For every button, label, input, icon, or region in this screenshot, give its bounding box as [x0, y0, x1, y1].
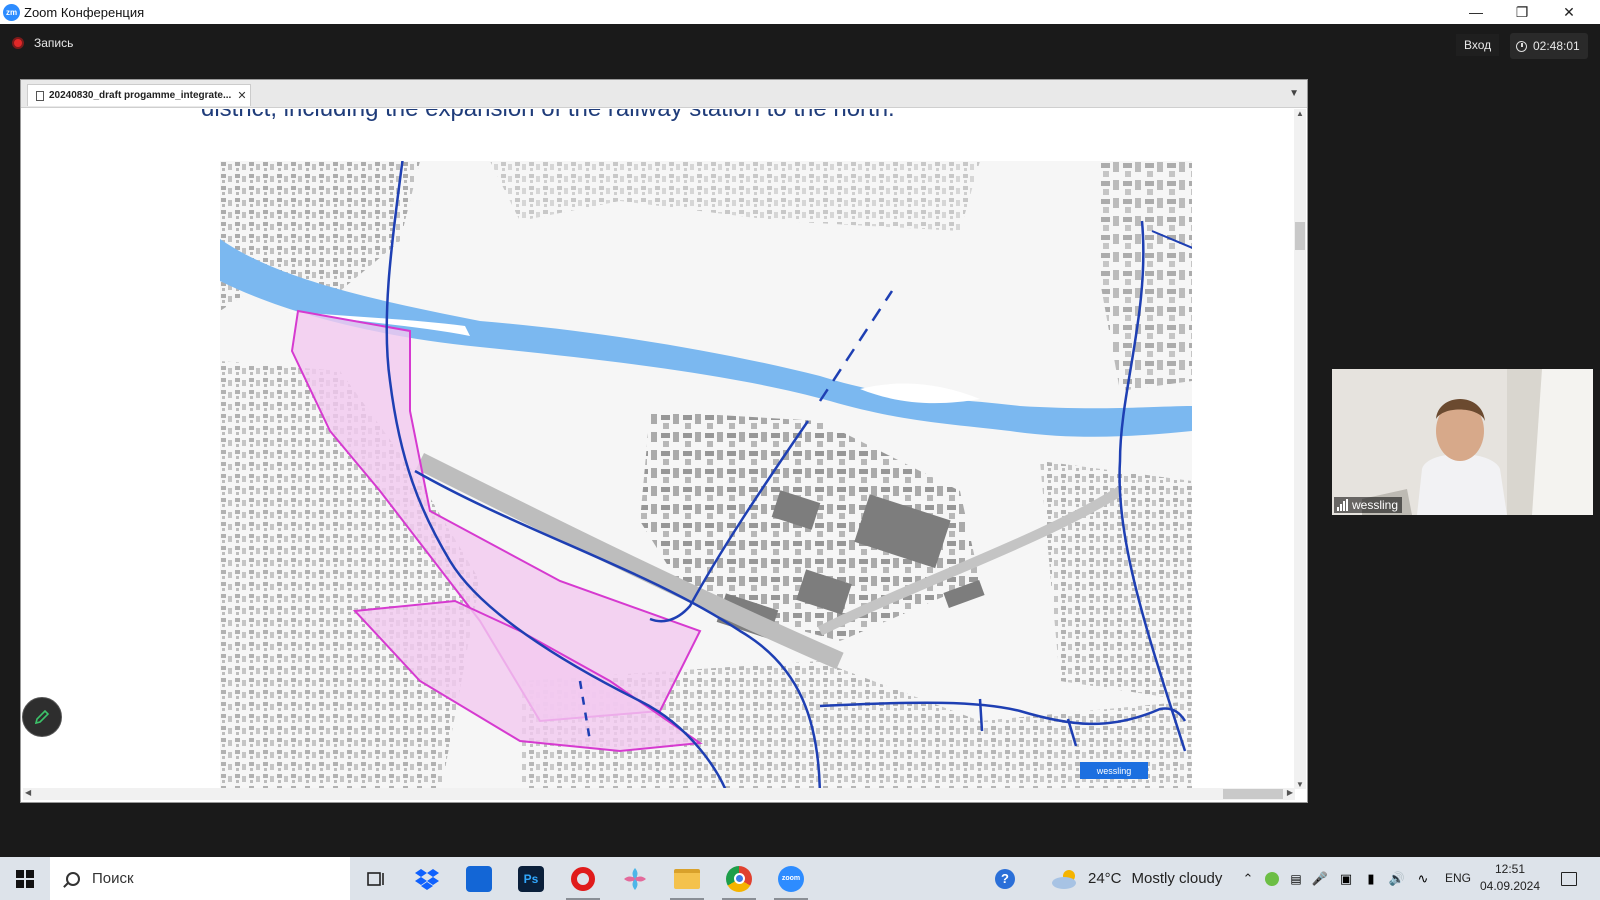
- start-button[interactable]: [0, 857, 50, 900]
- recording-indicator[interactable]: Запись: [12, 36, 73, 50]
- store-icon: [466, 865, 492, 892]
- pinwheel-app-button[interactable]: [612, 857, 658, 900]
- slide-content: district, including the expansion of the…: [23, 109, 1295, 789]
- cloud-icon: [1052, 869, 1076, 889]
- restore-button[interactable]: ❐: [1499, 0, 1545, 24]
- task-view-icon: [367, 871, 384, 886]
- timer-value: 02:48:01: [1533, 39, 1580, 53]
- windows-taskbar: Поиск Ps zoom ? 24°C Mostly cloudy ⌃ ▤ 🎤…: [0, 857, 1600, 900]
- help-icon: ?: [995, 868, 1015, 889]
- help-button[interactable]: ?: [990, 857, 1020, 900]
- participant-name-tag: wessling: [1334, 497, 1403, 513]
- meeting-timer: 02:48:01: [1510, 33, 1588, 59]
- folder-icon: [674, 868, 700, 889]
- windows-logo-icon: [16, 869, 34, 888]
- language-indicator[interactable]: ENG: [1445, 857, 1471, 900]
- battery-icon[interactable]: ▮: [1360, 857, 1382, 900]
- volume-icon[interactable]: 🔊: [1386, 857, 1408, 900]
- zoom-app-button[interactable]: zoom: [768, 857, 814, 900]
- vertical-scrollbar[interactable]: ▲ ▼: [1294, 109, 1306, 789]
- horizontal-scrollbar[interactable]: ◀ ▶: [23, 788, 1295, 800]
- chrome-button[interactable]: [716, 857, 762, 900]
- slide-text: district, including the expansion of the…: [201, 109, 895, 123]
- participant-video[interactable]: wessling: [1332, 369, 1593, 515]
- device-icon[interactable]: ▤: [1286, 857, 1306, 900]
- annotate-button[interactable]: [22, 697, 62, 737]
- task-view-button[interactable]: [352, 857, 398, 900]
- weather-desc: Mostly cloudy: [1131, 870, 1223, 887]
- weather-widget[interactable]: 24°C Mostly cloudy: [1050, 857, 1222, 900]
- zoom-logo-icon: zm: [3, 3, 20, 21]
- display-icon[interactable]: ▣: [1336, 857, 1356, 900]
- weather-temp: 24°C: [1088, 870, 1122, 887]
- dropbox-button[interactable]: [404, 857, 450, 900]
- wifi-icon[interactable]: ∿: [1412, 857, 1434, 900]
- site-map: [220, 161, 1192, 789]
- scroll-down-arrow-icon[interactable]: ▼: [1294, 780, 1306, 789]
- recording-label: Запись: [34, 36, 74, 50]
- search-placeholder: Поиск: [92, 870, 134, 887]
- opera-icon: [571, 866, 595, 891]
- record-dot-icon: [12, 37, 24, 49]
- urban-area-northeast: [1100, 161, 1192, 391]
- photoshop-icon: Ps: [518, 865, 544, 892]
- notification-icon: [1561, 871, 1577, 886]
- notifications-button[interactable]: [1552, 857, 1586, 900]
- taskbar-search[interactable]: Поиск: [50, 857, 350, 900]
- window-title: Zoom Конференция: [24, 4, 145, 20]
- window-title-bar: zm Zoom Конференция — ❐ ✕: [0, 0, 1600, 24]
- pinwheel-icon: [624, 867, 646, 890]
- dropbox-icon: [415, 868, 439, 890]
- close-button[interactable]: ✕: [1546, 0, 1592, 24]
- tray-app-icon[interactable]: [1262, 857, 1282, 900]
- meeting-top-bar: Запись Вход 02:48:01: [0, 24, 1600, 64]
- horizontal-scroll-thumb[interactable]: [1223, 789, 1283, 799]
- vertical-scroll-thumb[interactable]: [1295, 222, 1305, 250]
- photoshop-button[interactable]: Ps: [508, 857, 554, 900]
- signal-bars-icon: [1337, 499, 1348, 511]
- show-hidden-icons-chevron-icon[interactable]: ⌃: [1238, 857, 1258, 900]
- clock-date: 04.09.2024: [1479, 879, 1541, 893]
- login-button[interactable]: Вход: [1456, 34, 1500, 56]
- participant-video-frame: [1332, 369, 1593, 515]
- opera-button[interactable]: [560, 857, 606, 900]
- close-tab-icon[interactable]: ✕: [234, 89, 250, 102]
- clock-time: 12:51: [1494, 862, 1526, 876]
- search-icon: [66, 871, 80, 886]
- scroll-up-arrow-icon[interactable]: ▲: [1294, 109, 1306, 118]
- file-explorer-button[interactable]: [664, 857, 710, 900]
- file-icon: [36, 90, 44, 101]
- participant-name: wessling: [1352, 498, 1399, 512]
- tab-menu-chevron-icon[interactable]: ▼: [1289, 88, 1299, 99]
- zoom-icon: zoom: [778, 865, 804, 892]
- annotator-name-label: wessling: [1080, 762, 1148, 779]
- system-clock[interactable]: 12:51 04.09.2024: [1478, 861, 1542, 895]
- clock-icon: [1516, 40, 1527, 52]
- minimize-button[interactable]: —: [1453, 0, 1499, 24]
- scroll-left-arrow-icon[interactable]: ◀: [25, 788, 31, 797]
- shared-screen: 20240830_draft progamme_integrate... ✕ ▼…: [20, 79, 1308, 803]
- document-tab-title: 20240830_draft progamme_integrate...: [49, 90, 232, 101]
- chrome-icon: [726, 865, 752, 892]
- scroll-right-arrow-icon[interactable]: ▶: [1287, 788, 1293, 797]
- document-tab-strip: 20240830_draft progamme_integrate... ✕ ▼: [21, 80, 1307, 108]
- pencil-icon: [34, 709, 50, 725]
- microphone-icon[interactable]: 🎤: [1310, 857, 1330, 900]
- store-button[interactable]: [456, 857, 502, 900]
- document-tab[interactable]: 20240830_draft progamme_integrate... ✕: [27, 84, 251, 106]
